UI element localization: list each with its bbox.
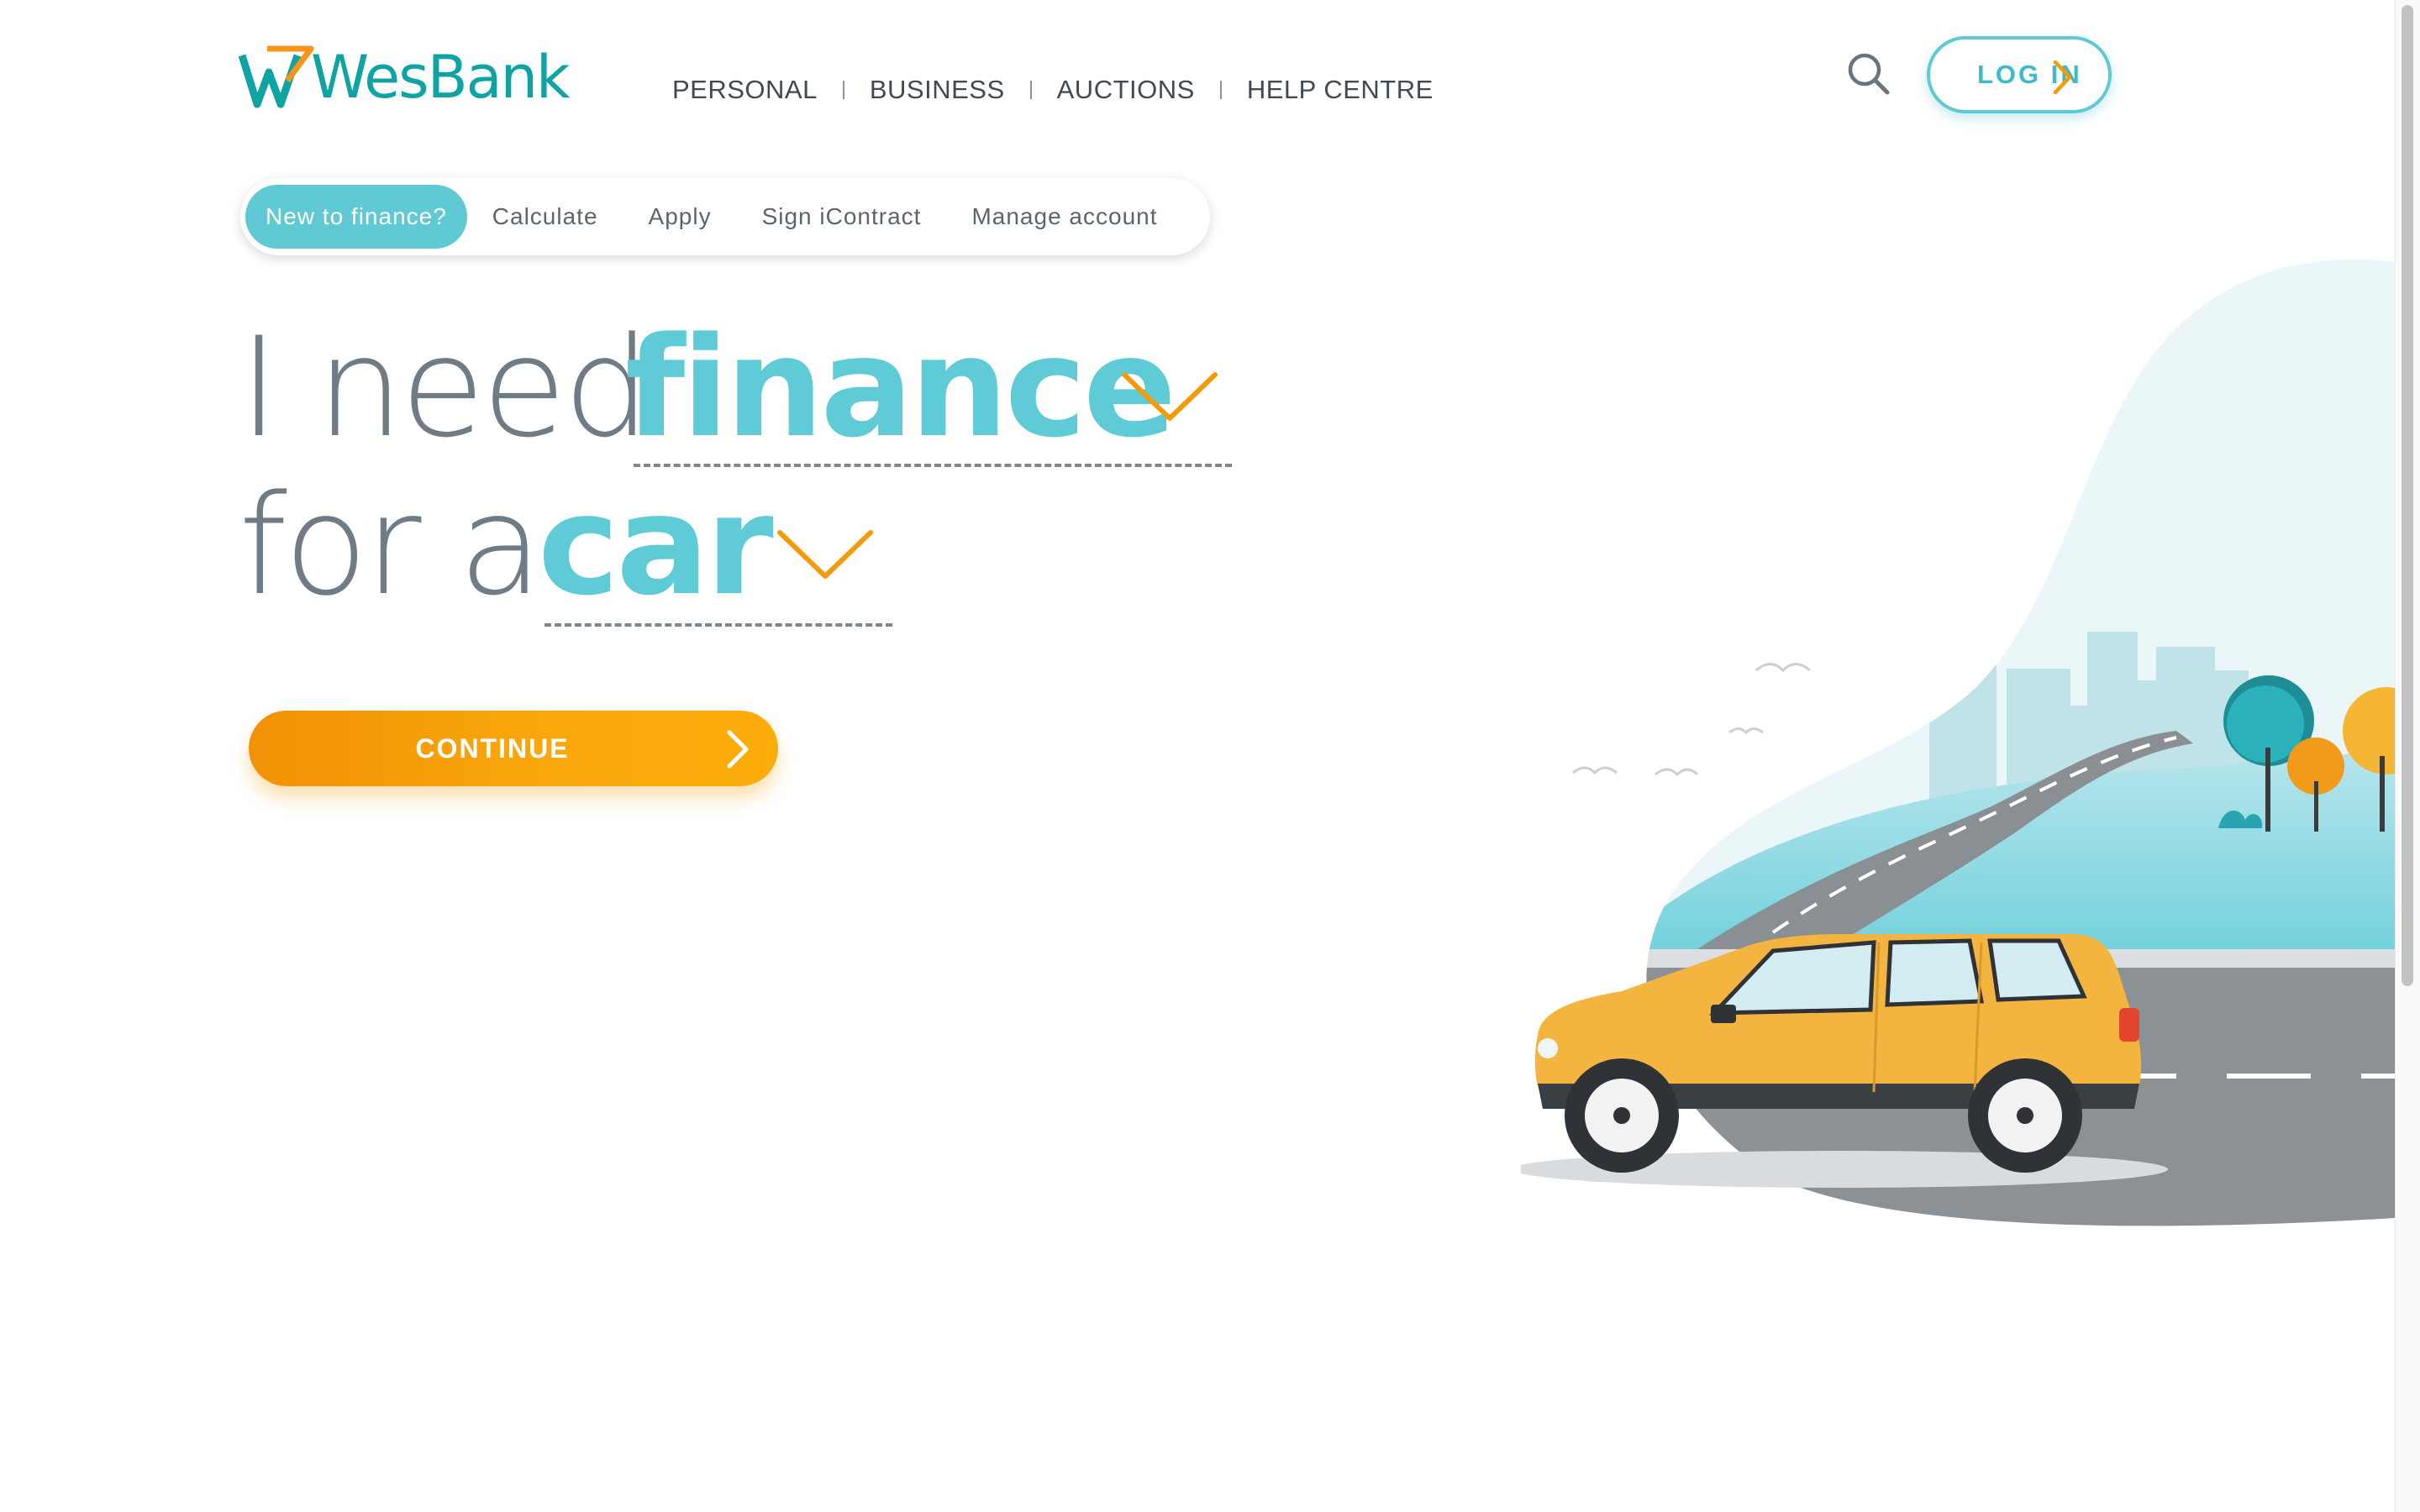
chevron-down-icon[interactable] <box>1121 370 1218 423</box>
asset-select-underline <box>544 623 892 627</box>
car-road-illustration <box>1521 259 2395 1226</box>
continue-button[interactable]: CONTINUE <box>249 711 778 786</box>
tab-new-to-finance[interactable]: New to finance? <box>245 185 467 249</box>
login-button[interactable]: LOG IN <box>1927 36 2112 113</box>
sub-nav: New to finance? Calculate Apply Sign iCo… <box>240 178 1210 255</box>
nav-help-centre[interactable]: HELP CENTRE <box>1247 75 1434 105</box>
nav-separator <box>842 81 844 99</box>
chevron-right-icon <box>727 730 749 769</box>
hero-prefix-line1: I need <box>239 307 650 468</box>
logo-w-mark <box>239 45 314 108</box>
nav-business[interactable]: BUSINESS <box>870 75 1005 105</box>
chevron-right-icon <box>2053 60 2072 95</box>
hero-prefix-line2: for a <box>239 465 543 626</box>
rear-wheel <box>1968 1058 2082 1173</box>
nav-personal[interactable]: PERSONAL <box>672 75 818 105</box>
tab-calculate[interactable]: Calculate <box>467 185 623 249</box>
continue-label: CONTINUE <box>415 732 570 764</box>
nav-separator <box>1219 81 1222 99</box>
chevron-down-icon[interactable] <box>776 528 874 581</box>
tab-manage-account[interactable]: Manage account <box>946 185 1182 249</box>
top-nav: PERSONAL BUSINESS AUCTIONS HELP CENTRE <box>672 69 1434 111</box>
tab-apply[interactable]: Apply <box>623 185 737 249</box>
front-wheel <box>1565 1058 1679 1173</box>
asset-type-select[interactable]: car <box>538 470 774 622</box>
nav-auctions[interactable]: AUCTIONS <box>1057 75 1195 105</box>
search-icon[interactable] <box>1845 50 1892 97</box>
scrollbar-thumb[interactable] <box>2402 5 2413 986</box>
nav-separator <box>1029 81 1032 99</box>
wesbank-logo[interactable]: WesBank <box>239 44 570 111</box>
logo-text: WesBank <box>311 43 570 112</box>
tab-sign-icontract[interactable]: Sign iContract <box>737 185 947 249</box>
finance-type-select[interactable]: finance <box>625 312 1176 464</box>
